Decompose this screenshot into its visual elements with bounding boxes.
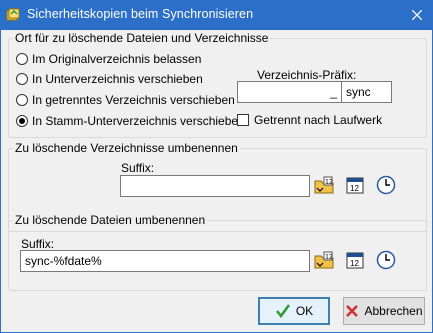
svg-text:12: 12 bbox=[325, 254, 333, 261]
cancel-label: Abbrechen bbox=[364, 304, 423, 318]
cancel-icon bbox=[346, 305, 359, 317]
radio-keep-original[interactable]: Im Originalverzeichnis belassen bbox=[16, 51, 201, 67]
clock-icon bbox=[376, 175, 396, 195]
dirs-calendar-button[interactable]: 12 bbox=[342, 172, 368, 198]
radio-label: In Stamm-Unterverzeichnis verschieben bbox=[32, 114, 245, 128]
checkmark-icon bbox=[275, 304, 290, 319]
prefix-label: Verzeichnis-Präfix: bbox=[257, 68, 357, 82]
svg-text:12: 12 bbox=[350, 259, 359, 268]
cancel-button[interactable]: Abbrechen bbox=[343, 297, 425, 325]
app-icon bbox=[6, 8, 20, 21]
radio-label: In Unterverzeichnis verschieben bbox=[32, 72, 203, 86]
svg-text:12: 12 bbox=[350, 184, 359, 193]
clock-icon bbox=[376, 250, 396, 270]
window-title: Sicherheitskopien beim Synchronisieren bbox=[27, 7, 254, 21]
separate-by-drive-label: Getrennt nach Laufwerk bbox=[254, 113, 383, 127]
svg-text:12: 12 bbox=[325, 179, 333, 186]
files-calendar-button[interactable]: 12 bbox=[342, 247, 368, 273]
dirs-clock-button[interactable] bbox=[373, 172, 399, 198]
rename-dirs-legend: Zu löschende Verzeichnisse umbenennen bbox=[15, 141, 238, 155]
close-button[interactable] bbox=[401, 0, 433, 30]
calendar-icon: 12 bbox=[346, 177, 364, 194]
dirs-placeholder-button[interactable]: 12 bbox=[311, 172, 337, 198]
radio-label: In getrenntes Verzeichnis verschieben bbox=[32, 93, 235, 107]
ok-label: OK bbox=[295, 304, 314, 318]
folder-placeholder-icon: 12 bbox=[314, 251, 334, 269]
radio-indicator bbox=[16, 53, 28, 65]
calendar-icon: 12 bbox=[346, 252, 364, 269]
dirs-suffix-input[interactable] bbox=[120, 175, 310, 197]
radio-move-separate-dir[interactable]: In getrenntes Verzeichnis verschieben bbox=[16, 92, 235, 108]
radio-indicator bbox=[16, 73, 28, 85]
ok-button[interactable]: OK bbox=[258, 297, 330, 325]
rename-files-legend: Zu löschende Dateien umbenennen bbox=[15, 213, 206, 227]
folder-placeholder-icon: 12 bbox=[314, 176, 334, 194]
files-placeholder-button[interactable]: 12 bbox=[311, 247, 337, 273]
prefix-input[interactable]: _ bbox=[237, 81, 342, 103]
close-icon bbox=[412, 10, 422, 20]
radio-label: Im Originalverzeichnis belassen bbox=[32, 52, 202, 66]
radio-move-root-subdir[interactable]: In Stamm-Unterverzeichnis verschieben bbox=[16, 113, 245, 129]
dialog-body: Ort für zu löschende Dateien und Verzeic… bbox=[0, 30, 433, 333]
files-suffix-label: Suffix: bbox=[21, 237, 55, 251]
dirs-suffix-label: Suffix: bbox=[121, 161, 155, 175]
files-clock-button[interactable] bbox=[373, 247, 399, 273]
files-suffix-input[interactable]: sync-%fdate% bbox=[20, 250, 310, 272]
radio-indicator bbox=[16, 94, 28, 106]
deletion-location-legend: Ort für zu löschende Dateien und Verzeic… bbox=[15, 31, 269, 45]
title-bar: Sicherheitskopien beim Synchronisieren bbox=[0, 0, 433, 30]
radio-move-subdir[interactable]: In Unterverzeichnis verschieben bbox=[16, 71, 203, 87]
radio-indicator-selected bbox=[16, 115, 28, 127]
separate-by-drive-checkbox[interactable] bbox=[237, 114, 249, 126]
prefix-suffix-input[interactable]: sync bbox=[341, 81, 392, 103]
